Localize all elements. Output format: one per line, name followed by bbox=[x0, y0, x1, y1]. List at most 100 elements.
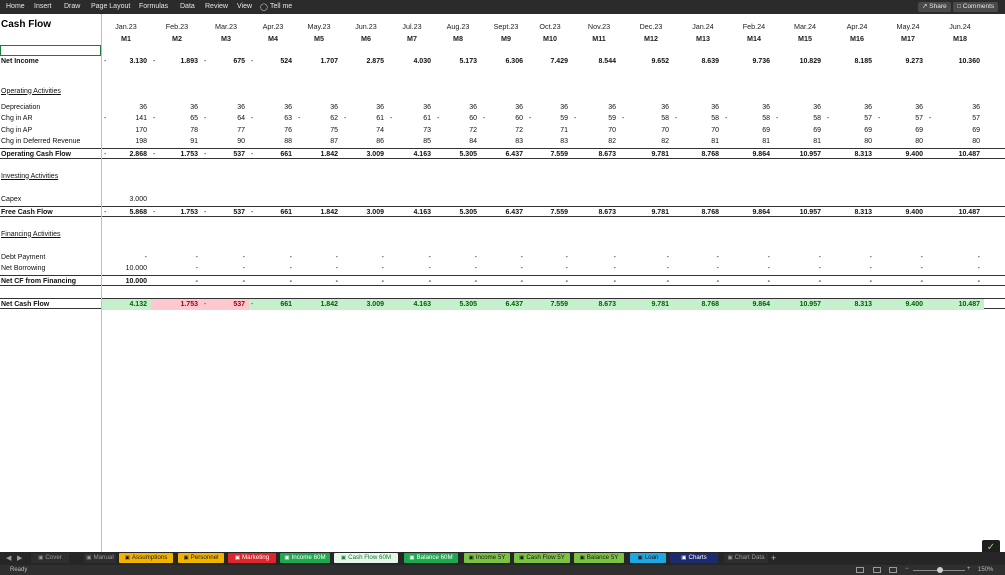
cell-value[interactable]: - bbox=[936, 265, 980, 272]
cell-value[interactable]: - bbox=[201, 278, 245, 285]
cell-value[interactable]: 10.487 bbox=[936, 209, 980, 216]
cell-value[interactable]: - bbox=[675, 254, 719, 261]
cell-value[interactable]: 59 bbox=[524, 115, 568, 122]
cell-value[interactable]: 10.000 bbox=[103, 265, 147, 272]
tell-me-search[interactable]: Tell me bbox=[270, 3, 292, 10]
cell-value[interactable]: 61 bbox=[340, 115, 384, 122]
spreadsheet-grid[interactable]: Cash Flow Jan.23 Feb.23 Mar.23 Apr.23 May.23… bbox=[0, 14, 1005, 552]
cell-value[interactable]: 170 bbox=[103, 127, 147, 134]
cell-value[interactable]: 36 bbox=[879, 104, 923, 111]
cell-value[interactable]: 36 bbox=[340, 104, 384, 111]
cell-value[interactable]: 87 bbox=[294, 138, 338, 145]
cell-value[interactable]: 36 bbox=[777, 104, 821, 111]
cell-value[interactable]: - bbox=[675, 278, 719, 285]
cell-value[interactable]: - bbox=[625, 278, 669, 285]
cell-value[interactable]: 64 bbox=[201, 115, 245, 122]
cell-value[interactable]: 84 bbox=[433, 138, 477, 145]
cell-value[interactable]: - bbox=[340, 254, 384, 261]
cell-value[interactable]: - bbox=[340, 278, 384, 285]
cell-value[interactable]: 9.736 bbox=[726, 58, 770, 65]
cell-value[interactable]: - bbox=[433, 265, 477, 272]
cell-value[interactable]: - bbox=[248, 265, 292, 272]
cell-value[interactable]: 71 bbox=[524, 127, 568, 134]
cell-value[interactable]: 10.000 bbox=[103, 278, 147, 285]
cell-value[interactable]: 62 bbox=[294, 115, 338, 122]
cell-value[interactable]: - bbox=[387, 254, 431, 261]
cell-value[interactable]: - bbox=[524, 254, 568, 261]
cell-value[interactable]: 82 bbox=[572, 138, 616, 145]
menu-data[interactable]: Data bbox=[180, 3, 195, 10]
cell-value[interactable]: 6.437 bbox=[479, 209, 523, 216]
cell-value[interactable]: - bbox=[625, 265, 669, 272]
cell-value[interactable]: - bbox=[879, 254, 923, 261]
cell-value[interactable]: - bbox=[433, 278, 477, 285]
cell-value[interactable]: - bbox=[201, 254, 245, 261]
cell-value[interactable]: 76 bbox=[248, 127, 292, 134]
cell-value[interactable]: 57 bbox=[936, 115, 980, 122]
cell-value[interactable]: 9.781 bbox=[625, 301, 669, 308]
cell-value[interactable]: 36 bbox=[294, 104, 338, 111]
cell-value[interactable]: 661 bbox=[248, 301, 292, 308]
cell-value[interactable]: - bbox=[479, 254, 523, 261]
cell-value[interactable]: 9.864 bbox=[726, 301, 770, 308]
cell-value[interactable]: - bbox=[479, 265, 523, 272]
cell-value[interactable]: 69 bbox=[828, 127, 872, 134]
cell-value[interactable]: 10.957 bbox=[777, 301, 821, 308]
cell-value[interactable]: 69 bbox=[726, 127, 770, 134]
cell-value[interactable]: - bbox=[294, 278, 338, 285]
menu-view[interactable]: View bbox=[237, 3, 252, 10]
tab-balance-5y[interactable]: ▣ Balance 5Y bbox=[574, 553, 624, 563]
cell-value[interactable]: 5.305 bbox=[433, 301, 477, 308]
cell-value[interactable]: 8.313 bbox=[828, 301, 872, 308]
cell-value[interactable]: 3.000 bbox=[103, 196, 147, 203]
tab-loan[interactable]: ▣ Loan bbox=[630, 553, 666, 563]
cell-value[interactable]: - bbox=[387, 278, 431, 285]
tab-balance-60m[interactable]: ▣ Balance 60M bbox=[404, 553, 458, 563]
cell-value[interactable]: 5.173 bbox=[433, 58, 477, 65]
tab-manual[interactable]: ▣ Manual bbox=[84, 553, 116, 563]
cell-value[interactable]: 36 bbox=[479, 104, 523, 111]
cell-value[interactable]: - bbox=[879, 278, 923, 285]
cell-value[interactable]: 7.429 bbox=[524, 58, 568, 65]
cell-value[interactable]: 4.030 bbox=[387, 58, 431, 65]
next-sheet-icon[interactable]: ▶ bbox=[17, 554, 22, 562]
cell-value[interactable]: 1.707 bbox=[294, 58, 338, 65]
cell-value[interactable]: 81 bbox=[777, 138, 821, 145]
cell-value[interactable]: 10.487 bbox=[936, 151, 980, 158]
page-break-view-icon[interactable] bbox=[889, 567, 897, 573]
cell-value[interactable]: - bbox=[777, 254, 821, 261]
cell-value[interactable]: 36 bbox=[726, 104, 770, 111]
cell-value[interactable]: 198 bbox=[103, 138, 147, 145]
menu-formulas[interactable]: Formulas bbox=[139, 3, 168, 10]
cell-value[interactable]: - bbox=[154, 265, 198, 272]
cell-value[interactable]: 4.163 bbox=[387, 209, 431, 216]
cell-value[interactable]: 9.864 bbox=[726, 151, 770, 158]
cell-value[interactable]: 82 bbox=[625, 138, 669, 145]
cell-value[interactable]: 8.544 bbox=[572, 58, 616, 65]
cell-value[interactable]: - bbox=[675, 265, 719, 272]
zoom-slider-thumb[interactable] bbox=[937, 567, 943, 573]
cell-value[interactable]: 537 bbox=[201, 151, 245, 158]
menu-insert[interactable]: Insert bbox=[34, 3, 52, 10]
menu-home[interactable]: Home bbox=[6, 3, 25, 10]
cell-value[interactable]: - bbox=[154, 278, 198, 285]
cell-value[interactable]: 6.437 bbox=[479, 151, 523, 158]
cell-value[interactable]: - bbox=[248, 278, 292, 285]
cell-value[interactable]: - bbox=[479, 278, 523, 285]
cell-value[interactable]: 7.559 bbox=[524, 151, 568, 158]
cell-value[interactable]: 4.163 bbox=[387, 151, 431, 158]
cell-value[interactable]: - bbox=[248, 254, 292, 261]
cell-value[interactable]: 69 bbox=[777, 127, 821, 134]
cell-value[interactable]: - bbox=[936, 278, 980, 285]
cell-value[interactable]: 8.768 bbox=[675, 301, 719, 308]
cell-value[interactable]: 8.313 bbox=[828, 209, 872, 216]
cell-value[interactable]: 69 bbox=[879, 127, 923, 134]
cell-value[interactable]: 36 bbox=[103, 104, 147, 111]
cell-value[interactable]: 83 bbox=[479, 138, 523, 145]
cell-value[interactable]: 73 bbox=[387, 127, 431, 134]
cell-value[interactable]: 72 bbox=[479, 127, 523, 134]
cell-value[interactable]: 1.893 bbox=[154, 58, 198, 65]
cell-value[interactable]: 58 bbox=[625, 115, 669, 122]
cell-value[interactable]: 9.400 bbox=[879, 151, 923, 158]
cell-value[interactable]: 72 bbox=[433, 127, 477, 134]
